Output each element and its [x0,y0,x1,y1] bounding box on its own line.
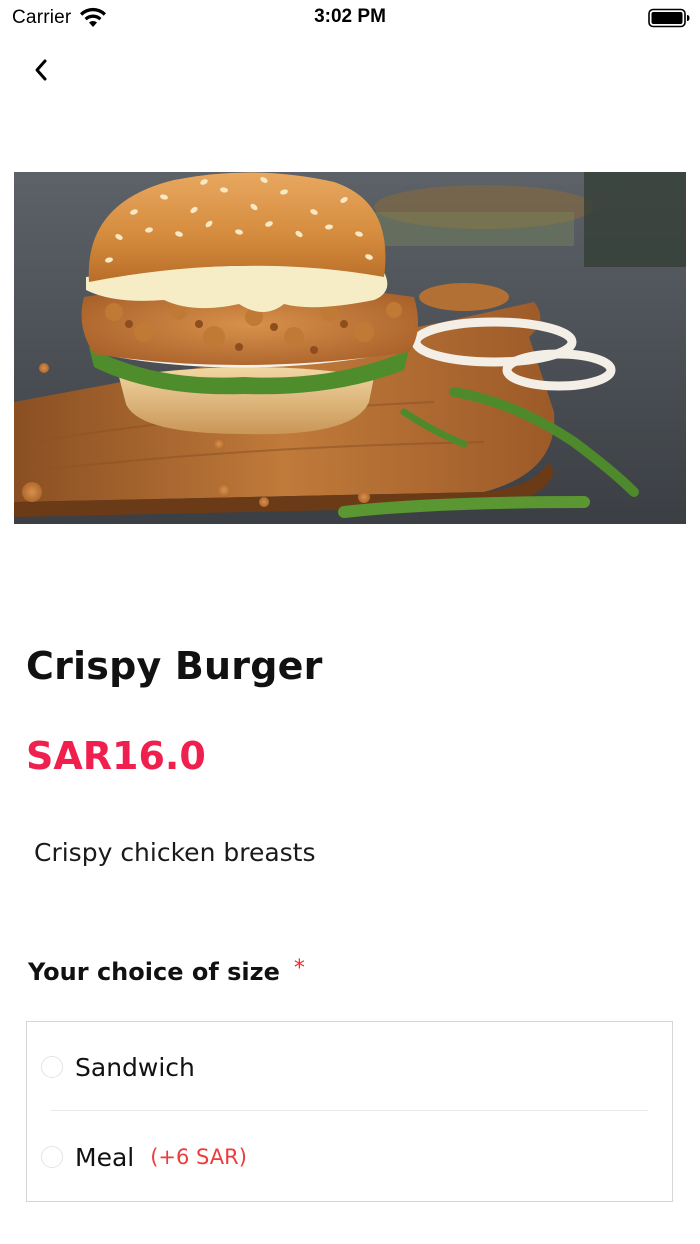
product-price: SAR16.0 [26,734,206,778]
radio-button[interactable] [41,1056,63,1078]
radio-button[interactable] [41,1146,63,1168]
chevron-left-icon [35,59,47,81]
battery-icon [648,8,690,28]
required-asterisk: * [293,955,305,981]
burger-photo [14,172,686,524]
size-option-meal[interactable]: Meal (+6 SAR) [27,1112,672,1202]
size-section-header: Your choice of size * [28,955,305,987]
option-extra-price: (+6 SAR) [150,1145,247,1169]
product-description: Crispy chicken breasts [34,838,316,867]
product-title: Crispy Burger [26,644,323,688]
size-options-group: Sandwich Meal (+6 SAR) [26,1021,673,1202]
option-divider [51,1110,648,1111]
status-time: 3:02 PM [314,6,386,27]
size-section-title: Your choice of size [28,958,280,986]
product-image [14,172,686,524]
option-label: Meal [75,1142,135,1172]
back-button[interactable] [24,52,58,88]
size-option-sandwich[interactable]: Sandwich [27,1022,672,1112]
status-bar: Carrier 3:02 PM [0,0,700,36]
option-label: Sandwich [75,1052,195,1082]
